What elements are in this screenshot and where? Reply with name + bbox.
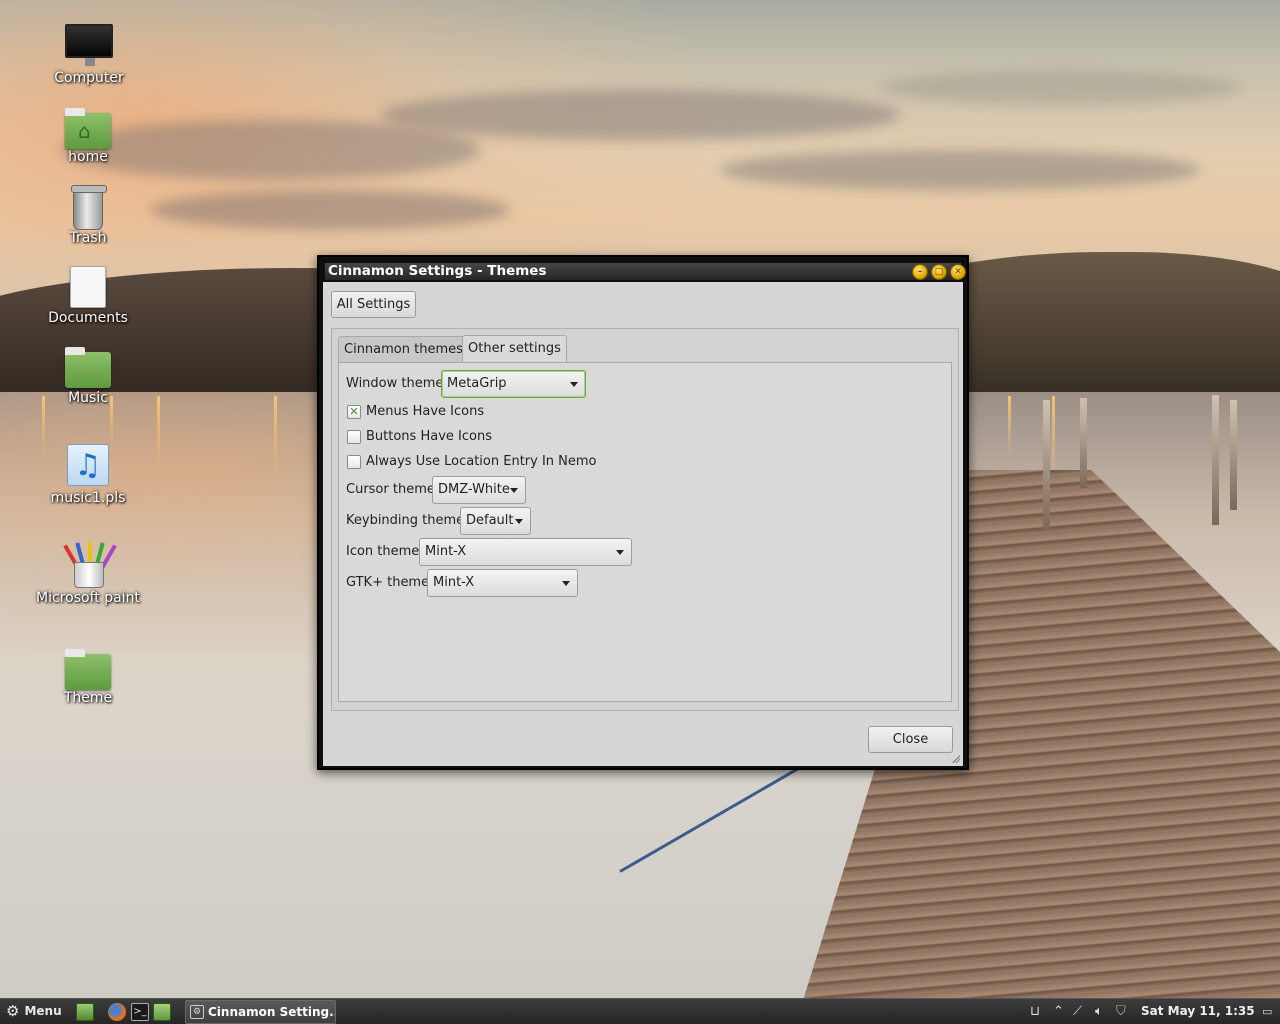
maximize-button[interactable]: □ (931, 264, 947, 280)
icon-theme-label: Icon theme (346, 544, 420, 559)
music-file-icon: ♫ (67, 444, 109, 486)
dropdown-arrow-icon (510, 488, 518, 493)
desktop-icon-label: Theme (63, 690, 113, 706)
desktop-icon-trash[interactable]: Trash (28, 185, 148, 246)
desktop-icon-theme[interactable]: Theme (28, 649, 148, 706)
menu-label: Menu (24, 1004, 62, 1018)
taskbar-item-label: Cinnamon Setting... (208, 1005, 336, 1019)
desktop-icon-computer[interactable]: Computer (29, 24, 149, 86)
cursor-theme-value: DMZ-White (438, 482, 510, 497)
window-list-icon[interactable]: ⊔ (1030, 999, 1040, 1024)
all-settings-button[interactable]: All Settings (331, 291, 416, 318)
desktop-icon-documents[interactable]: Documents (28, 266, 148, 326)
desktop-icon-music[interactable]: Music (28, 347, 148, 406)
tab-cinnamon-themes[interactable]: Cinnamon themes (338, 336, 469, 363)
clock[interactable]: Sat May 11, 1:35 (1141, 999, 1255, 1024)
network-icon[interactable]: ⟋ (1073, 999, 1082, 1024)
update-shield-icon[interactable]: ⛉ (1116, 999, 1126, 1024)
terminal-icon[interactable]: >_ (131, 1003, 149, 1021)
always-location-entry-checkbox[interactable] (347, 455, 361, 469)
desktop-icon-label: home (68, 149, 108, 165)
gtk-theme-label: GTK+ theme (346, 575, 430, 590)
window-theme-value: MetaGrip (447, 376, 507, 391)
home-folder-icon: ⌂ (65, 108, 111, 149)
paint-icon (63, 542, 117, 588)
cursor-theme-select[interactable]: DMZ-White (432, 476, 526, 504)
dropdown-arrow-icon (515, 519, 523, 524)
taskbar-item-cinnamon-settings[interactable]: ⚙ Cinnamon Setting... (185, 1000, 336, 1024)
document-icon (70, 266, 106, 308)
window-titlebar[interactable]: Cinnamon Settings - Themes – □ ✕ (325, 263, 966, 280)
gear-icon: ⚙ (6, 1002, 20, 1020)
dropdown-arrow-icon (616, 550, 624, 555)
folder-icon (65, 347, 111, 388)
keybinding-theme-label: Keybinding theme (346, 513, 465, 528)
up-arrow-icon[interactable]: ⌃ (1053, 999, 1064, 1024)
window-theme-label: Window theme (346, 376, 444, 391)
resize-grip-icon[interactable] (952, 755, 960, 763)
close-window-button[interactable]: ✕ (950, 264, 966, 280)
menus-have-icons-checkbox[interactable]: ✕ (347, 405, 361, 419)
icon-theme-value: Mint-X (425, 544, 467, 559)
dropdown-arrow-icon (562, 581, 570, 586)
icon-theme-select[interactable]: Mint-X (419, 538, 632, 566)
desktop-icon-music1-pls[interactable]: ♫ music1.pls (28, 444, 148, 506)
window-content: All Settings Cinnamon themes Other setti… (323, 282, 963, 766)
volume-icon[interactable]: 🔈︎ (1095, 999, 1103, 1024)
menus-have-icons-label[interactable]: Menus Have Icons (366, 404, 484, 420)
firefox-icon[interactable] (108, 1003, 126, 1021)
files-icon[interactable] (153, 1003, 171, 1021)
desktop-icon-home[interactable]: ⌂ home (28, 108, 148, 165)
folder-icon (65, 649, 111, 690)
desktop-icon-label: Microsoft paint (36, 590, 140, 606)
desktop-icon-label: Documents (48, 310, 128, 326)
minimize-button[interactable]: – (912, 264, 928, 280)
keybinding-theme-value: Default (466, 513, 514, 528)
monitor-icon (65, 24, 113, 66)
tab-other-settings[interactable]: Other settings (462, 335, 567, 363)
cinnamon-settings-window: Cinnamon Settings - Themes – □ ✕ All Set… (317, 255, 969, 770)
buttons-have-icons-label[interactable]: Buttons Have Icons (366, 429, 492, 445)
close-button[interactable]: Close (868, 726, 953, 753)
desktop-icon-label: Computer (54, 70, 124, 86)
gtk-theme-select[interactable]: Mint-X (427, 569, 578, 597)
always-location-entry-label[interactable]: Always Use Location Entry In Nemo (366, 454, 597, 470)
show-desktop-icon[interactable] (76, 1003, 94, 1021)
desktop-icon-microsoft-paint[interactable]: Microsoft paint (28, 542, 148, 606)
bottom-panel: ⚙ Menu >_ ⚙ Cinnamon Setting... ⊔ ⌃ ⟋ 🔈︎ … (0, 998, 1280, 1024)
window-theme-select[interactable]: MetaGrip (441, 370, 586, 398)
gtk-theme-value: Mint-X (433, 575, 475, 590)
settings-window-icon: ⚙ (190, 1005, 204, 1019)
window-title: Cinnamon Settings - Themes (328, 263, 547, 279)
cursor-theme-label: Cursor theme (346, 482, 435, 497)
keybinding-theme-select[interactable]: Default (460, 507, 531, 535)
dropdown-arrow-icon (570, 382, 578, 387)
workspace-switcher-icon[interactable]: ▭ (1262, 999, 1272, 1024)
desktop-icon-label: music1.pls (50, 490, 126, 506)
desktop-icon-label: Music (68, 390, 108, 406)
buttons-have-icons-checkbox[interactable] (347, 430, 361, 444)
trash-icon (71, 185, 107, 230)
desktop-icon-label: Trash (69, 230, 107, 246)
menu-button[interactable]: ⚙ Menu (6, 999, 62, 1024)
